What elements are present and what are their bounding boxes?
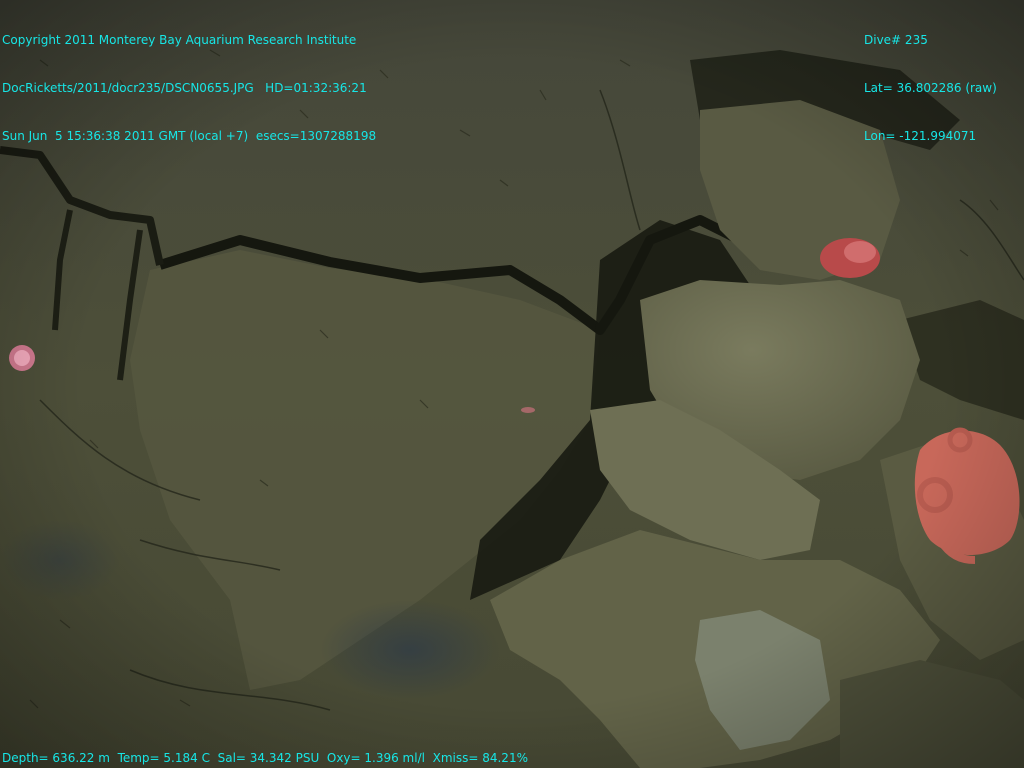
esecs-text: esecs=1307288198 [255, 129, 377, 143]
lat-text: Lat= 36.802286 (raw) [864, 81, 997, 95]
oxy-text: Oxy= 1.396 ml/l [326, 751, 425, 765]
xmiss-text: Xmiss= 84.21% [432, 751, 528, 765]
file-path-line: DocRicketts/2011/docr235/DSCN0655.JPG HD… [2, 80, 376, 96]
datetime-line: Sun Jun 5 15:36:38 2011 GMT (local +7) e… [2, 128, 376, 144]
metadata-top-right: Dive# 235 Lat= 36.802286 (raw) Lon= -121… [864, 0, 997, 176]
seafloor-camera-frame: Copyright 2011 Monterey Bay Aquarium Res… [0, 0, 1024, 768]
sal-text: Sal= 34.342 PSU [217, 751, 320, 765]
datetime-text: Sun Jun 5 15:36:38 2011 GMT (local +7) [2, 129, 249, 143]
copyright-text: Copyright 2011 Monterey Bay Aquarium Res… [2, 33, 357, 47]
lon-text: Lon= -121.994071 [864, 129, 977, 143]
depth-text: Depth= 636.22 m [2, 751, 110, 765]
file-path-text: DocRicketts/2011/docr235/DSCN0655.JPG [2, 81, 254, 95]
hd-timecode-text: HD=01:32:36:21 [265, 81, 367, 95]
dive-text: Dive# 235 [864, 33, 928, 47]
sensor-readout: Depth= 636.22 m Temp= 5.184 C Sal= 34.34… [2, 750, 528, 766]
temp-text: Temp= 5.184 C [117, 751, 210, 765]
metadata-top-left: Copyright 2011 Monterey Bay Aquarium Res… [2, 0, 376, 176]
